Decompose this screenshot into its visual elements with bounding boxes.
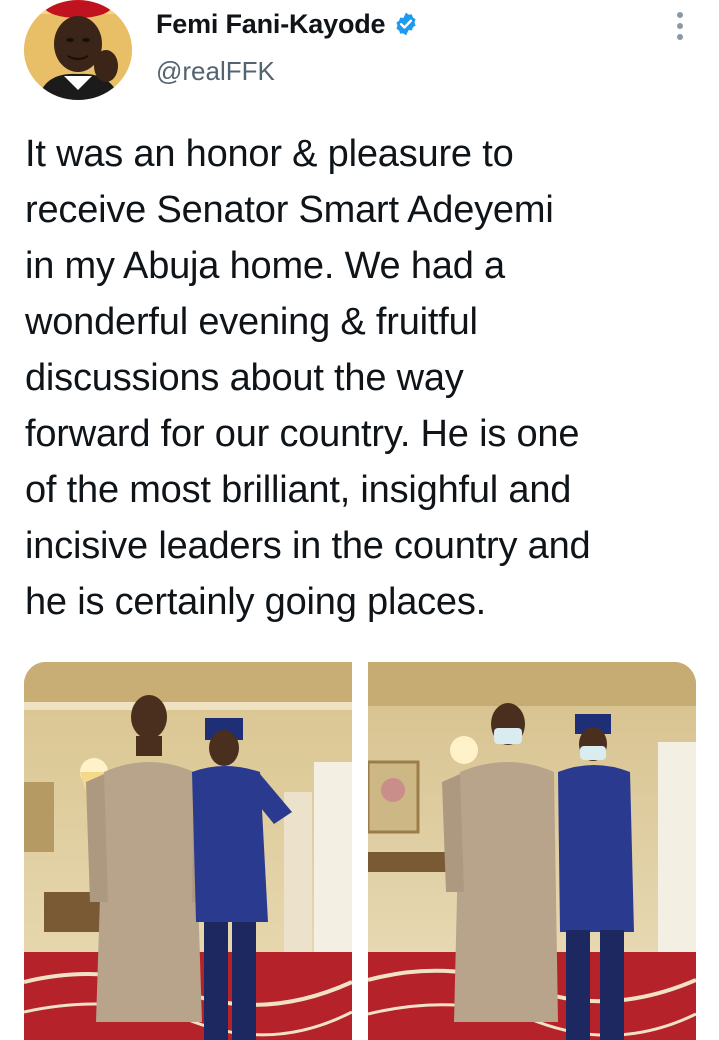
avatar-image [24, 0, 132, 100]
more-dot [677, 23, 683, 29]
author-name-row: Femi Fani-Kayode [156, 6, 419, 42]
tweet-photo-2[interactable] [368, 662, 696, 1040]
more-dot [677, 12, 683, 18]
author-display-name[interactable]: Femi Fani-Kayode [156, 9, 386, 40]
author-handle[interactable]: @realFFK [156, 56, 275, 87]
more-vertical-icon[interactable] [668, 8, 692, 44]
photo-image [24, 662, 352, 1040]
tweet-text: It was an honor & pleasure to receive Se… [25, 133, 591, 623]
tweet-photo-1[interactable] [24, 662, 352, 1040]
more-dot [677, 34, 683, 40]
verified-badge-icon [393, 11, 419, 37]
tweet: Femi Fani-Kayode @realFFK It was an hono… [0, 0, 719, 1040]
author-avatar[interactable] [24, 0, 132, 100]
photo-image [368, 662, 696, 1040]
